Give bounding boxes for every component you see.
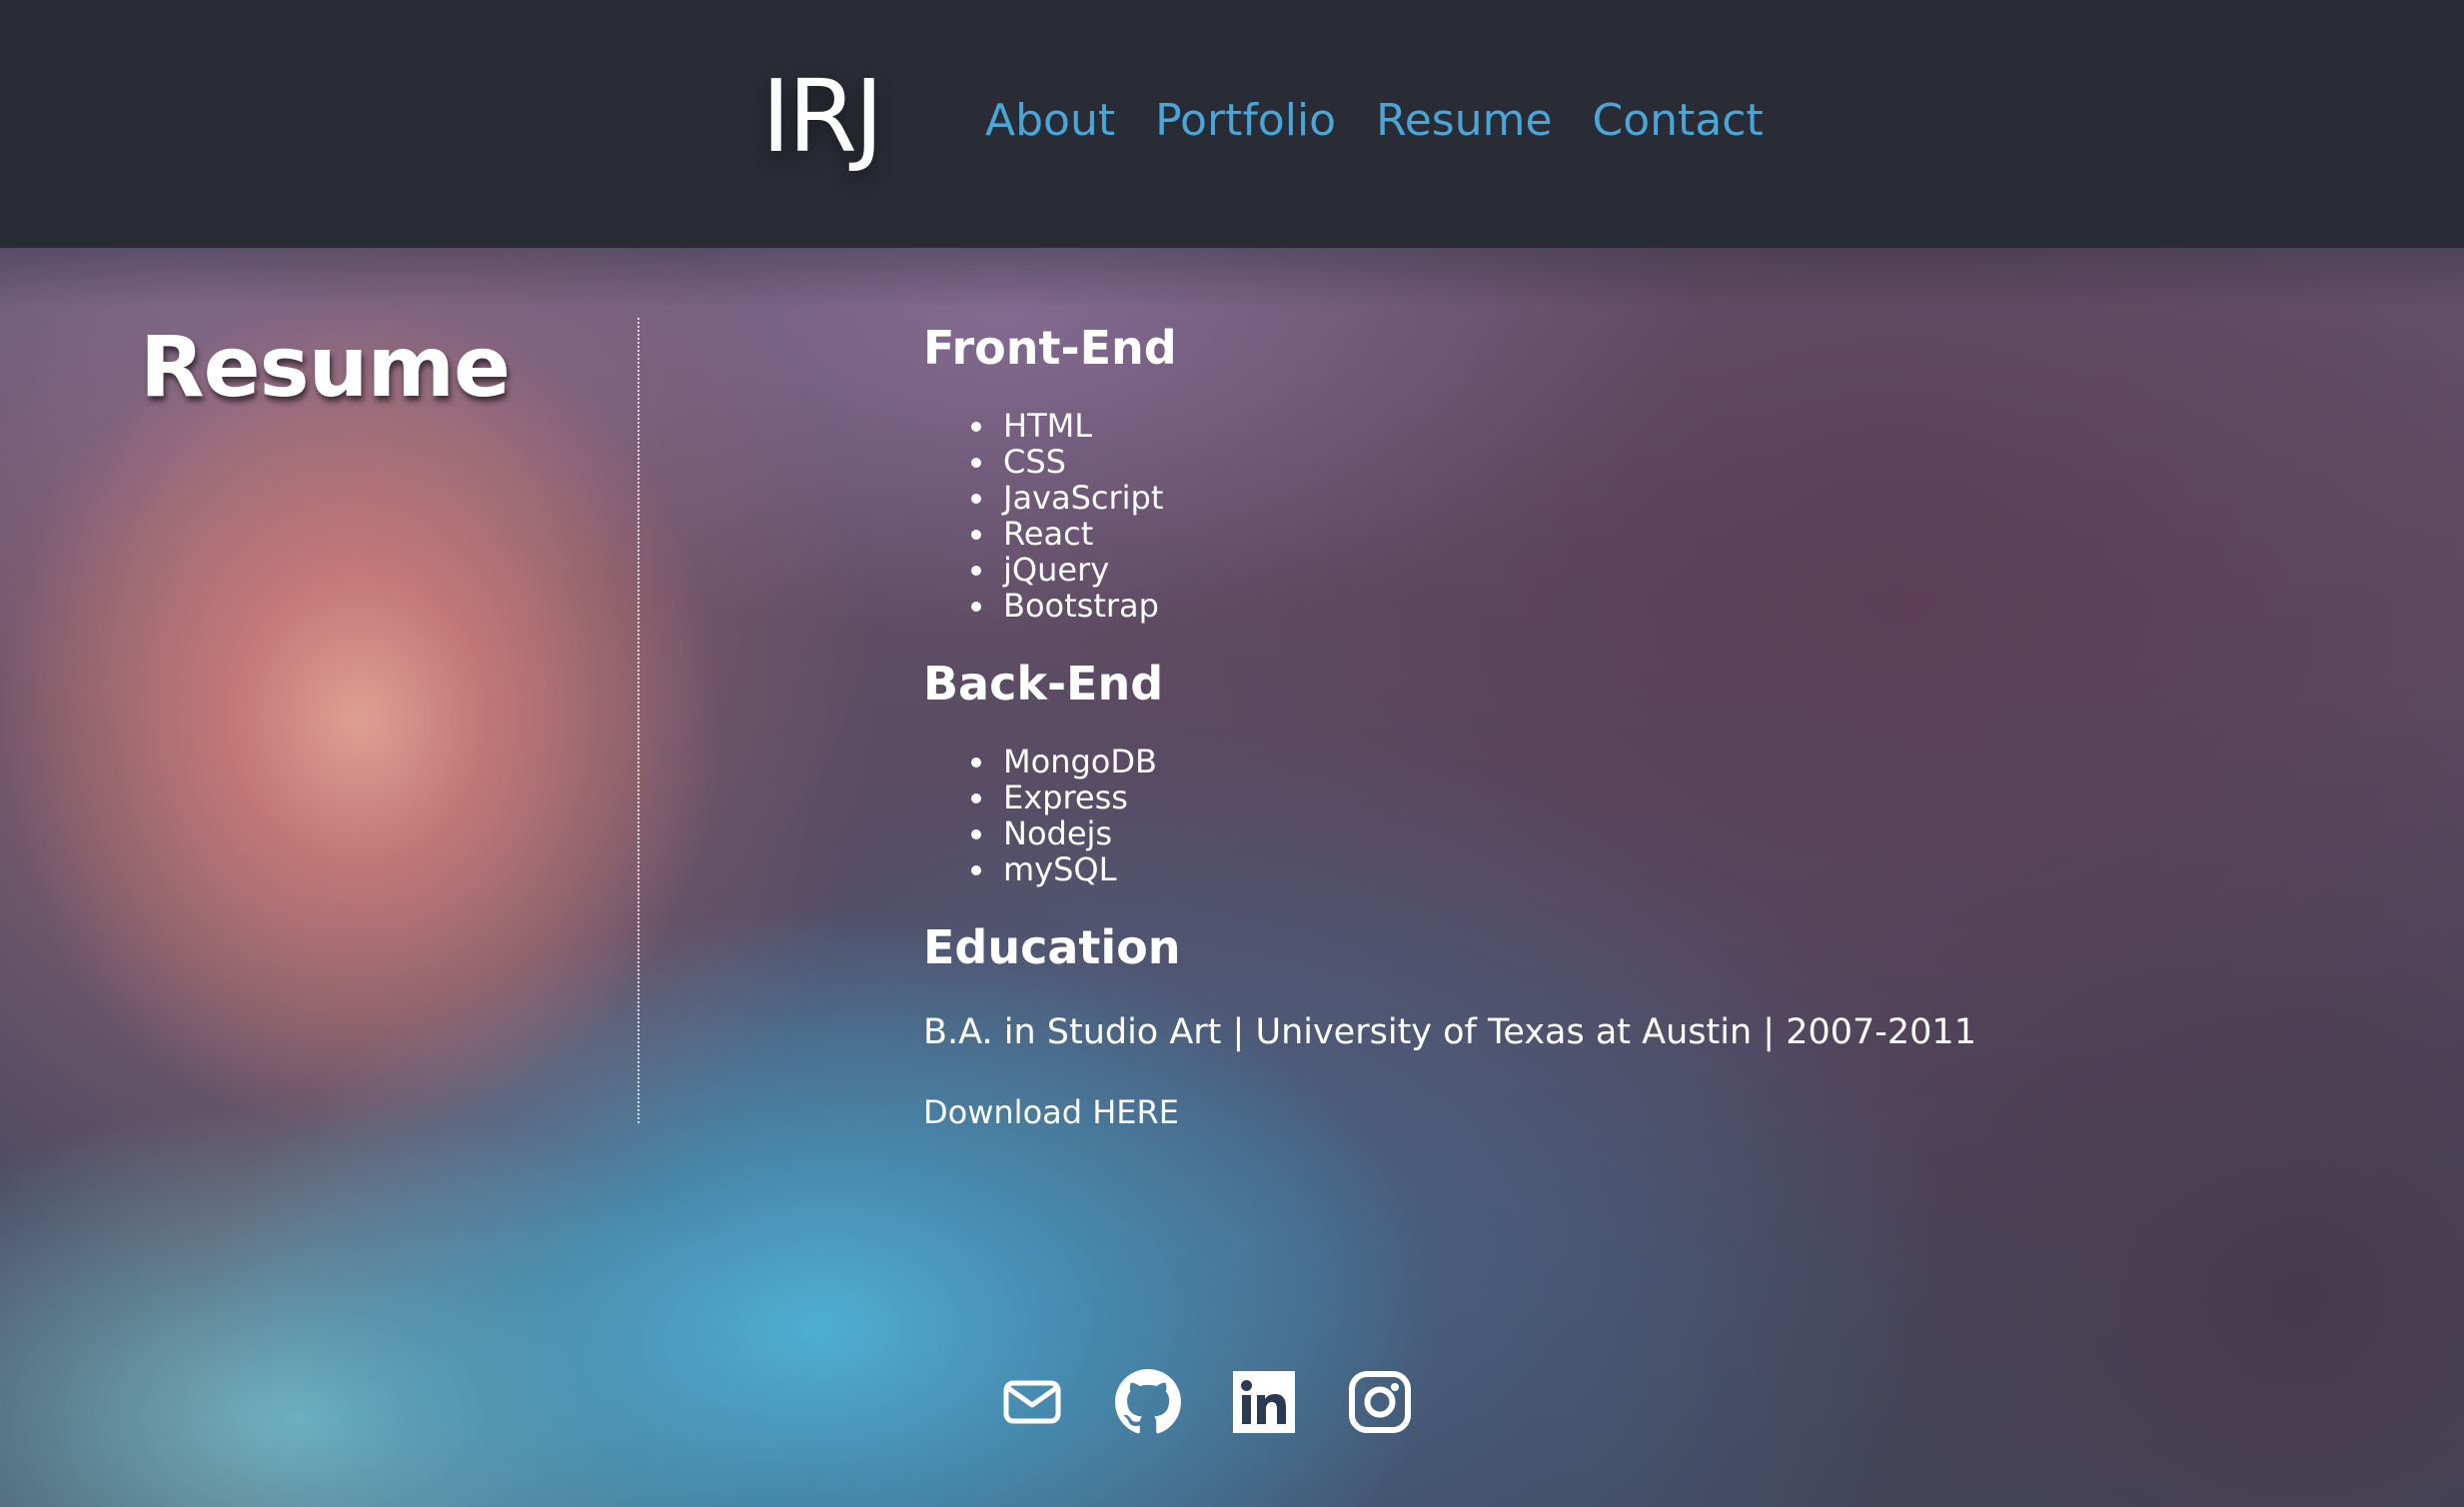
linkedin-icon bbox=[1233, 1371, 1295, 1433]
nav-resume-link[interactable]: Resume bbox=[1376, 86, 1552, 156]
list-item: CSS bbox=[970, 444, 1163, 480]
list-item: HTML bbox=[970, 408, 1163, 444]
list-item: Express bbox=[971, 779, 1157, 815]
section-divider bbox=[637, 318, 639, 1123]
github-icon bbox=[1115, 1369, 1181, 1434]
list-item: JavaScript bbox=[970, 479, 1164, 517]
education-text: B.A. in Studio Art | University of Texas… bbox=[923, 1012, 1976, 1052]
nav-contact-link[interactable]: Contact bbox=[1593, 86, 1764, 156]
list-item: React bbox=[970, 516, 1163, 552]
list-item: MongoDB bbox=[971, 743, 1157, 780]
education-heading: Education bbox=[923, 920, 1181, 974]
site-header: IRJ About Portfolio Resume Contact bbox=[0, 0, 2464, 248]
download-resume-link[interactable]: Download HERE bbox=[923, 1087, 1179, 1137]
instagram-link[interactable] bbox=[1347, 1369, 1413, 1435]
list-item: mySQL bbox=[971, 851, 1157, 887]
backend-heading: Back-End bbox=[923, 657, 1164, 711]
instagram-icon bbox=[1349, 1371, 1411, 1433]
list-item: jQuery bbox=[970, 552, 1163, 588]
list-item: Bootstrap bbox=[970, 588, 1163, 624]
linkedin-link[interactable] bbox=[1231, 1369, 1297, 1435]
frontend-heading: Front-End bbox=[923, 321, 1177, 375]
main-nav: About Portfolio Resume Contact bbox=[985, 86, 1764, 156]
site-logo[interactable]: IRJ bbox=[761, 52, 883, 182]
nav-about-link[interactable]: About bbox=[985, 86, 1115, 156]
frontend-skill-list: HTML CSS JavaScript React jQuery Bootstr… bbox=[923, 408, 1163, 624]
header-shadow bbox=[0, 248, 2464, 308]
list-item: Nodejs bbox=[971, 815, 1157, 851]
social-links bbox=[999, 1369, 1413, 1435]
page-title: Resume bbox=[140, 318, 511, 416]
envelope-icon bbox=[1003, 1380, 1061, 1424]
email-link[interactable] bbox=[999, 1369, 1065, 1435]
github-link[interactable] bbox=[1115, 1369, 1181, 1435]
nav-portfolio-link[interactable]: Portfolio bbox=[1155, 86, 1336, 156]
page: IRJ About Portfolio Resume Contact Resum… bbox=[0, 0, 2464, 1507]
backend-skill-list: MongoDB Express Nodejs mySQL bbox=[923, 744, 1157, 887]
